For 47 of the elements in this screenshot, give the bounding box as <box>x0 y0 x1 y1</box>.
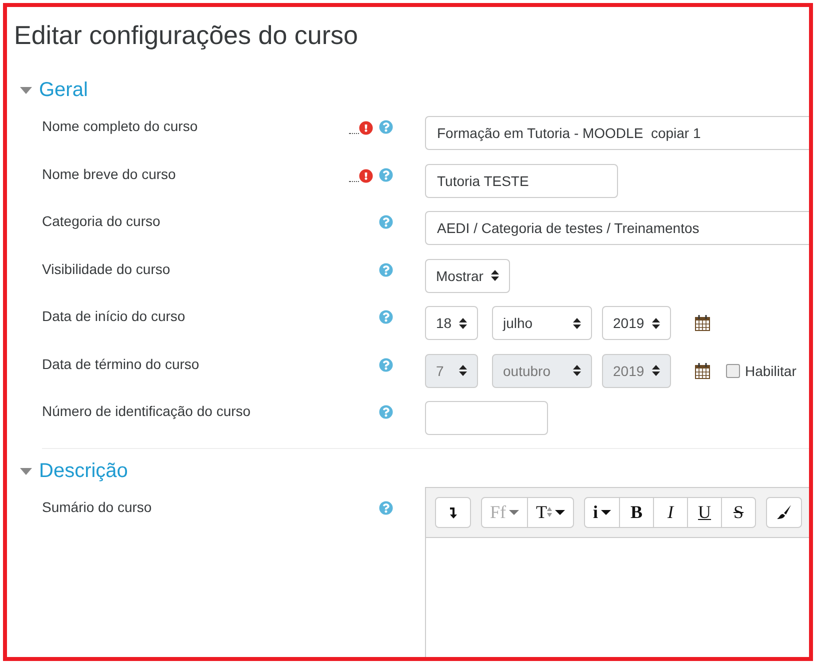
underline-button[interactable]: U <box>687 498 722 526</box>
field-label: Número de identificação do curso <box>42 402 252 419</box>
text-input[interactable]: AEDI / Categoria de testes / Treinamentos <box>425 211 809 245</box>
field-label: Data de início do curso <box>42 307 186 324</box>
arrow-down-icon <box>448 506 458 518</box>
collapse-icon[interactable] <box>20 468 32 474</box>
calendar-icon[interactable] <box>695 315 710 331</box>
help-icon[interactable] <box>379 310 393 324</box>
checkbox-label: Habilitar <box>745 362 796 378</box>
text-input[interactable] <box>425 401 548 435</box>
field-label: Data de término do curso <box>42 354 200 372</box>
font-size-dropdown[interactable]: T <box>527 498 574 526</box>
sort-icon <box>491 270 499 281</box>
strike-button[interactable]: S <box>721 498 756 526</box>
field-label: Visibilidade do curso <box>42 260 172 276</box>
sort-icon <box>459 318 467 328</box>
field-label: Nome breve do curso <box>42 164 177 182</box>
updown-icon <box>547 507 552 517</box>
help-icon[interactable] <box>379 120 393 134</box>
date-select[interactable]: 2019 <box>602 306 671 340</box>
brush-icon <box>777 505 792 519</box>
caret-icon <box>555 510 566 514</box>
dropdown-select[interactable]: Mostrar <box>425 258 510 292</box>
caret-icon <box>509 510 520 514</box>
sort-icon <box>652 318 660 328</box>
bold-button[interactable]: B <box>619 498 654 526</box>
help-icon[interactable] <box>379 168 393 182</box>
date-select[interactable]: julho <box>492 306 592 340</box>
text-input[interactable]: Tutoria TESTE <box>425 164 618 198</box>
caret-icon <box>601 510 612 514</box>
help-icon[interactable] <box>379 215 393 229</box>
collapse-icon[interactable] <box>20 87 32 94</box>
field-label: Nome completo do curso <box>42 117 199 134</box>
help-icon[interactable] <box>379 405 393 419</box>
field-label: Sumário do curso <box>42 498 153 514</box>
sort-icon <box>573 365 581 376</box>
italic-button[interactable]: I <box>653 498 688 526</box>
help-icon[interactable] <box>379 500 393 514</box>
field-label: Categoria do curso <box>42 212 162 229</box>
paragraph-dropdown[interactable]: i <box>585 498 620 526</box>
date-select[interactable]: 18 <box>425 306 478 340</box>
sort-icon <box>573 318 581 328</box>
page-title: Editar configurações do curso <box>14 19 358 52</box>
sort-icon <box>652 365 660 376</box>
sort-icon <box>459 365 467 376</box>
text-input[interactable]: Formação em Tutoria - MOODLE copiar 1 <box>425 116 809 150</box>
help-icon[interactable] <box>379 262 393 276</box>
